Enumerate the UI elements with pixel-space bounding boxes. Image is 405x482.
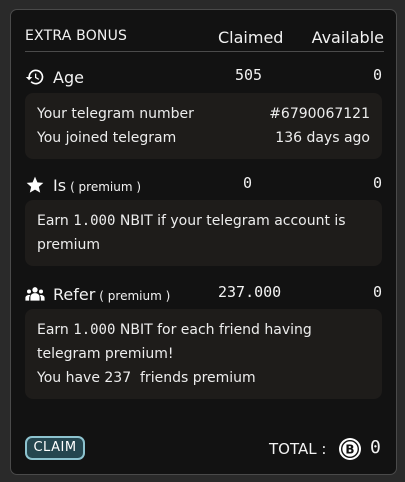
age-available-value: 0	[372, 66, 382, 84]
refer-qualifier: ( premium )	[99, 289, 171, 303]
joined-telegram-value: 136 days ago	[275, 130, 370, 146]
star-icon	[26, 176, 44, 193]
age-claimed-value: 505	[235, 66, 263, 84]
telegram-number-value: #6790067121	[269, 106, 370, 122]
bonus-title: EXTRA BONUS	[25, 28, 128, 44]
history-icon	[25, 69, 44, 85]
refer-label: Refer( premium )	[53, 285, 170, 304]
joined-telegram-label: You joined telegram	[37, 130, 177, 146]
extra-bonus-card: EXTRA BONUS Claimed Available Age 505 0 …	[10, 9, 397, 475]
refer-available-value: 0	[372, 283, 382, 301]
friends-premium-count: You have 237 friends premium	[37, 370, 256, 386]
header-divider	[25, 51, 384, 52]
premium-qualifier: ( premium )	[70, 180, 142, 194]
premium-label-text: Is	[53, 176, 67, 195]
group-icon	[25, 287, 45, 301]
premium-info-box: Earn 1.000 NBIT if your telegram account…	[25, 200, 382, 266]
refer-info-box: Earn 1.000 NBIT for each friend having t…	[25, 309, 382, 399]
premium-claimed-value: 0	[243, 174, 253, 192]
premium-label: Is( premium )	[53, 176, 141, 195]
bonus-header: EXTRA BONUS Claimed Available	[25, 24, 384, 52]
telegram-number-row: Your telegram number #6790067121	[37, 102, 370, 126]
refer-label-text: Refer	[53, 285, 96, 304]
age-info-box: Your telegram number #6790067121 You joi…	[25, 93, 382, 159]
age-section-header: Age 505 0	[25, 66, 382, 90]
available-column-header: Available	[311, 28, 384, 47]
claimed-column-header: Claimed	[218, 28, 284, 47]
svg-text:B: B	[345, 442, 354, 456]
total-label: TOTAL :	[269, 440, 327, 458]
claim-button[interactable]: CLAIM	[25, 436, 85, 460]
joined-telegram-row: You joined telegram 136 days ago	[37, 126, 370, 150]
premium-available-value: 0	[372, 174, 382, 192]
bitcoin-coin-icon: B	[339, 438, 361, 460]
refer-text-pre: Earn	[37, 322, 74, 338]
refer-description: Earn 1.000 NBIT for each friend having t…	[37, 318, 370, 366]
refer-section-header: Refer( premium ) 237.000 0	[25, 283, 382, 307]
premium-description: Earn 1.000 NBIT if your telegram account…	[37, 209, 370, 257]
total-value: 0	[370, 437, 381, 458]
telegram-number-label: Your telegram number	[37, 106, 194, 122]
premium-text-pre: Earn	[37, 213, 74, 229]
premium-amount: 1.000	[73, 213, 116, 229]
age-label: Age	[53, 68, 84, 87]
premium-section-header: Is( premium ) 0 0	[25, 174, 382, 198]
refer-claimed-value: 237.000	[218, 283, 282, 301]
refer-amount: 1.000	[73, 322, 116, 338]
